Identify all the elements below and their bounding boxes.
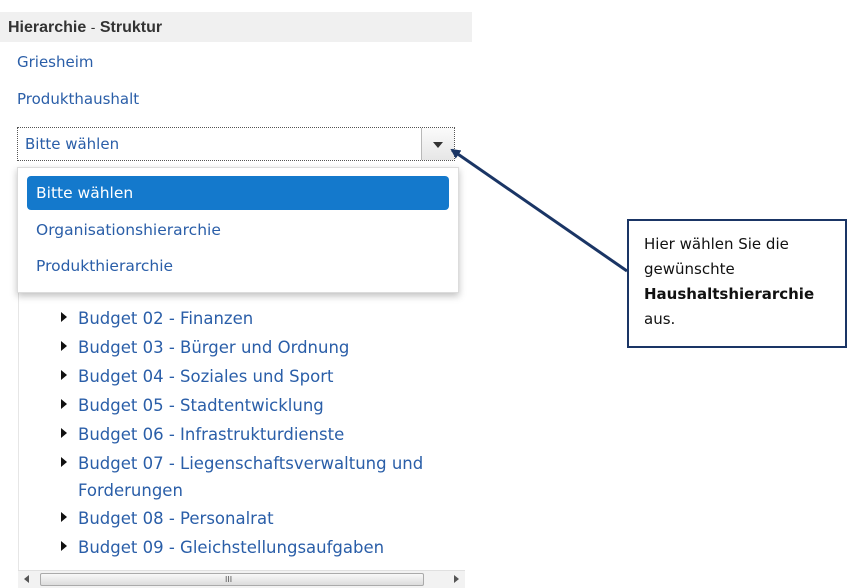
callout-line-2: gewünschte bbox=[644, 260, 735, 278]
arrow-line bbox=[450, 148, 628, 273]
callout-line-4: aus. bbox=[644, 310, 676, 328]
callout-box: Hier wählen Sie die gewünschte Haushalts… bbox=[627, 219, 847, 348]
callout-line-1: Hier wählen Sie die bbox=[644, 235, 789, 253]
callout-emphasis: Haushaltshierarchie bbox=[644, 285, 815, 303]
